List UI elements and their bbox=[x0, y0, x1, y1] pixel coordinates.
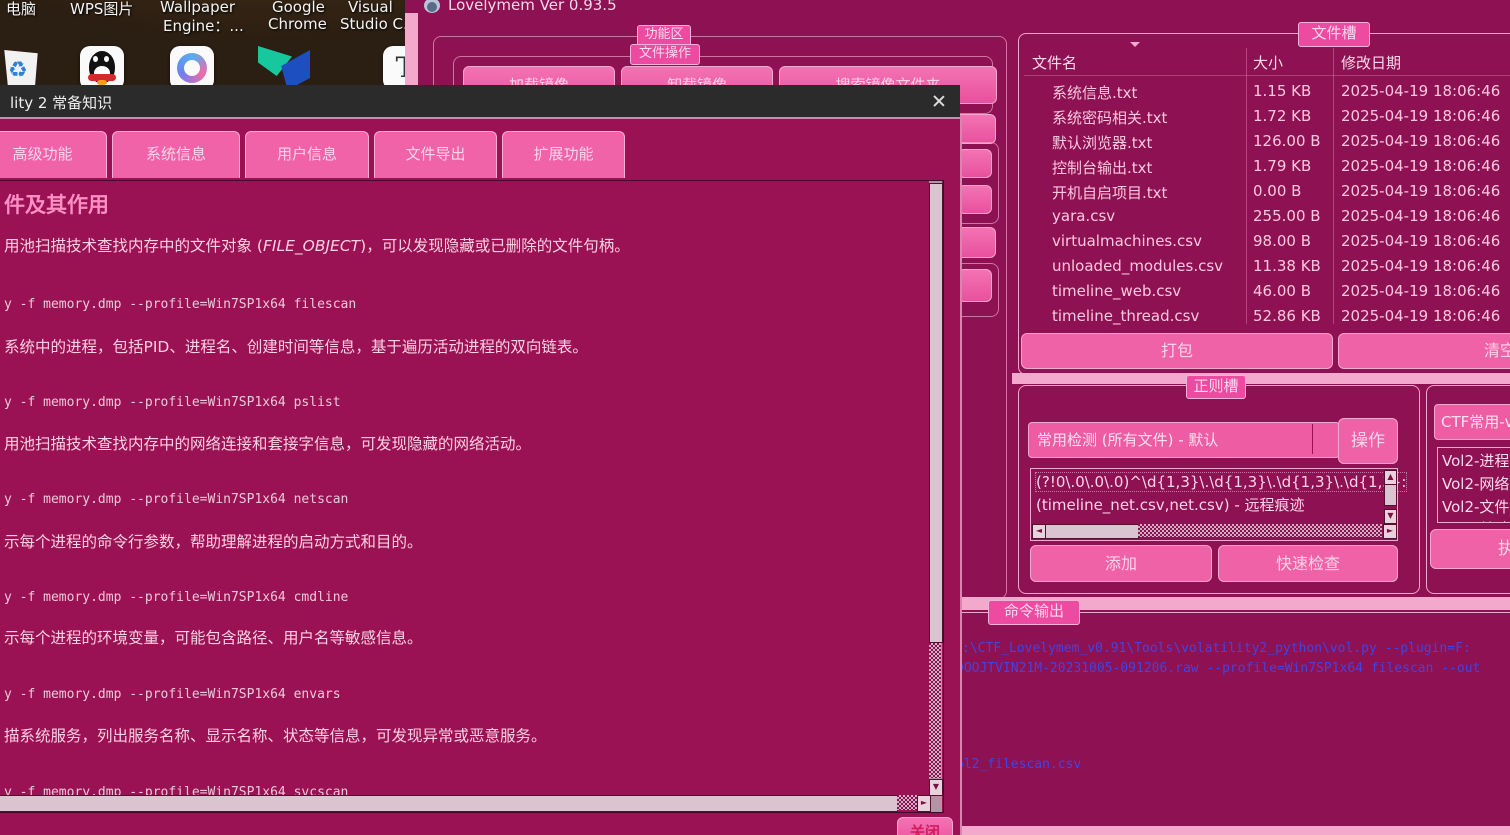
output-line: ol2_filescan.csv bbox=[956, 757, 1081, 772]
scroll-down-button[interactable]: ▼ bbox=[929, 779, 943, 796]
content-paragraph: 描系统服务，列出服务名称、显示名称、状态等信息，可发现异常或恶意服务。 bbox=[4, 724, 547, 746]
desktop-label-chrome-1: Google bbox=[272, 0, 325, 16]
scroll-right-button[interactable]: ► bbox=[1383, 524, 1397, 539]
tab-advanced[interactable]: 高级功能 bbox=[0, 131, 107, 178]
combo-divider bbox=[1312, 424, 1313, 454]
scrollbar-thumb[interactable] bbox=[1384, 484, 1397, 506]
ctf-item[interactable]: Vol2-剪贴板 bbox=[1442, 518, 1510, 523]
content-paragraph: 示每个进程的命令行参数，帮助理解进程的启动方式和目的。 bbox=[4, 530, 423, 552]
ctf-item[interactable]: Vol2-进程列表 bbox=[1442, 450, 1510, 471]
scrollbar-thumb[interactable] bbox=[1045, 524, 1139, 539]
ctf-preset-select[interactable]: CTF常用-vol2 bbox=[1434, 404, 1510, 440]
output-panel-label: 命令输出 bbox=[988, 600, 1080, 625]
ctf-run-button[interactable]: 执行 bbox=[1430, 529, 1510, 569]
qq-icon[interactable] bbox=[80, 46, 124, 90]
column-header-date[interactable]: 修改日期 bbox=[1341, 52, 1401, 73]
regex-item[interactable]: (?!0\.0\.0\.0)^\d{1,3}\.\d{1,3}\.\d{1,3}… bbox=[1036, 473, 1406, 491]
content-paragraph: 示每个进程的环境变量，可能包含路径、用户名等敏感信息。 bbox=[4, 626, 423, 648]
add-regex-button[interactable]: 添加 bbox=[1030, 545, 1212, 582]
content-paragraph: 用池扫描技术查找内存中的网络连接和套接字信息，可发现隐藏的网络活动。 bbox=[4, 432, 531, 454]
desktop-label-wps: WPS图片 bbox=[70, 0, 133, 19]
h-scrollbar-track[interactable] bbox=[897, 795, 917, 810]
tab-system-info[interactable]: 系统信息 bbox=[112, 131, 240, 178]
tab-extensions[interactable]: 扩展功能 bbox=[502, 131, 625, 178]
scroll-right-button[interactable]: ► bbox=[917, 795, 931, 812]
panel-splitter[interactable] bbox=[1012, 373, 1510, 384]
app-title[interactable]: Lovelymem Ver 0.93.5 bbox=[448, 0, 617, 14]
header-divider bbox=[1024, 75, 1510, 76]
quick-check-button[interactable]: 快速检查 bbox=[1218, 545, 1398, 582]
output-line: :\CTF_Lovelymem_v0.91\Tools\volatility2_… bbox=[962, 641, 1471, 656]
dialog-close-button[interactable]: 关闭 bbox=[897, 817, 953, 835]
file-object-term: FILE_OBJECT bbox=[263, 237, 360, 255]
wallpaper-engine-icon[interactable] bbox=[170, 46, 214, 90]
tab-user-info[interactable]: 用户信息 bbox=[245, 131, 369, 178]
dialog-content: 件及其作用 用池扫描技术查找内存中的文件对象 (FILE_OBJECT)，可以发… bbox=[0, 180, 944, 813]
content-command: y -f memory.dmp --profile=Win7SP1x64 psl… bbox=[4, 395, 341, 410]
close-icon[interactable] bbox=[932, 94, 946, 108]
v-scrollbar-track[interactable] bbox=[929, 643, 941, 778]
desktop-label-chrome-2: Chrome bbox=[268, 15, 327, 33]
desktop-label-vs-1: Visual bbox=[348, 0, 393, 16]
file-ops-label: 文件操作 bbox=[630, 44, 700, 65]
scroll-left-button[interactable]: ◄ bbox=[1032, 524, 1046, 539]
sort-chevron-down-icon[interactable] bbox=[1130, 42, 1140, 47]
scrollbar-track[interactable] bbox=[1138, 524, 1382, 537]
regex-item[interactable]: (timeline_net.csv,net.csv) - 远程痕迹 bbox=[1036, 494, 1305, 515]
content-paragraph: 用池扫描技术查找内存中的文件对象 (FILE_OBJECT)，可以发现隐藏或已删… bbox=[4, 234, 630, 256]
column-divider bbox=[1246, 48, 1247, 324]
ctf-listbox[interactable]: Vol2-进程列表 Vol2-网络扫描 Vol2-文件扫描 Vol2-剪贴板 bbox=[1437, 447, 1510, 523]
content-heading: 件及其作用 bbox=[4, 189, 109, 219]
clear-button[interactable]: 清空 bbox=[1338, 333, 1510, 369]
h-scrollbar-thumb[interactable] bbox=[0, 795, 898, 812]
file-slot-label: 文件槽 bbox=[1298, 22, 1370, 47]
desktop-label-computer: 电脑 bbox=[6, 0, 36, 19]
content-command: y -f memory.dmp --profile=Win7SP1x64 env… bbox=[4, 687, 341, 702]
content-command: y -f memory.dmp --profile=Win7SP1x64 cmd… bbox=[4, 590, 348, 605]
scroll-down-button[interactable]: ▼ bbox=[1384, 509, 1397, 524]
ctf-item[interactable]: Vol2-网络扫描 bbox=[1442, 473, 1510, 494]
desktop-label-wallpaper-2: Engine：... bbox=[163, 15, 244, 36]
regex-listbox[interactable]: (?!0\.0\.0\.0)^\d{1,3}\.\d{1,3}\.\d{1,3}… bbox=[1030, 468, 1398, 541]
scroll-up-button[interactable]: ▲ bbox=[1384, 470, 1397, 485]
regex-preset-select[interactable]: 常用检测 (所有文件) - 默认 bbox=[1028, 422, 1340, 458]
dialog-titlebar[interactable]: lity 2 常备知识 bbox=[0, 85, 960, 117]
content-command: y -f memory.dmp --profile=Win7SP1x64 fil… bbox=[4, 297, 356, 312]
obscured-button-fragment[interactable] bbox=[958, 269, 992, 302]
content-paragraph: 系统中的进程，包括PID、进程名、创建时间等信息，基于遍历活动进程的双向链表。 bbox=[4, 335, 588, 357]
output-line: DOOJTVIN21M-20231005-091206.raw --profil… bbox=[956, 661, 1480, 676]
screen: 电脑 WPS图片 Wallpaper Engine：... Google Chr… bbox=[0, 0, 1510, 835]
v-scrollbar-thumb[interactable] bbox=[929, 183, 943, 643]
column-header-size[interactable]: 大小 bbox=[1253, 52, 1283, 73]
tab-file-export[interactable]: 文件导出 bbox=[374, 131, 497, 178]
pack-button[interactable]: 打包 bbox=[1021, 333, 1333, 369]
obscured-button-fragment[interactable] bbox=[958, 185, 992, 214]
ribbon-label: 功能区 bbox=[637, 25, 691, 46]
regex-action-button[interactable]: 操作 bbox=[1338, 418, 1398, 464]
column-header-filename[interactable]: 文件名 bbox=[1032, 52, 1077, 73]
ctf-item[interactable]: Vol2-文件扫描 bbox=[1442, 496, 1510, 517]
column-divider bbox=[1333, 48, 1334, 324]
obscured-button-fragment[interactable] bbox=[958, 149, 992, 178]
dialog-title: lity 2 常备知识 bbox=[10, 92, 112, 113]
regex-slot-label: 正则槽 bbox=[1186, 375, 1246, 399]
desktop-label-wallpaper-1: Wallpaper bbox=[160, 0, 235, 16]
content-command: y -f memory.dmp --profile=Win7SP1x64 net… bbox=[4, 492, 348, 507]
